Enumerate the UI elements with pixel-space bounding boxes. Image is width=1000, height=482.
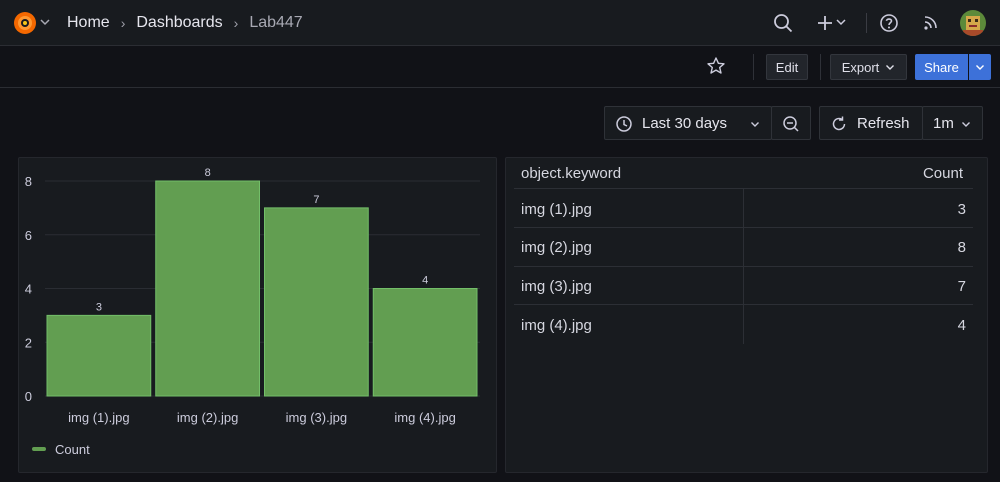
table-row-divider	[514, 227, 973, 228]
table-cell-keyword: img (4).jpg	[521, 317, 592, 334]
table-row-divider	[514, 266, 973, 267]
table-header-object-keyword[interactable]: object.keyword	[521, 165, 621, 182]
y-tick-label: 6	[25, 228, 32, 243]
bar-value-label: 4	[422, 275, 428, 287]
table-cell-keyword: img (1).jpg	[521, 201, 592, 218]
bar	[264, 207, 369, 397]
y-tick-label: 4	[25, 282, 32, 297]
bar	[372, 288, 478, 397]
table-row-divider	[514, 304, 973, 305]
x-tick-label: img (4).jpg	[394, 410, 455, 425]
bar	[155, 180, 260, 397]
legend-label[interactable]: Count	[55, 442, 90, 457]
table-cell-count: 3	[957, 201, 966, 218]
bar	[46, 314, 152, 397]
bar-value-label: 3	[96, 301, 102, 313]
x-tick-label: img (1).jpg	[68, 410, 129, 425]
x-tick-label: img (2).jpg	[177, 410, 238, 425]
y-tick-label: 8	[25, 174, 32, 189]
table-cell-count: 7	[957, 278, 966, 295]
bar-value-label: 7	[313, 194, 319, 206]
table-cell-count: 4	[957, 317, 966, 334]
table-cell-keyword: img (2).jpg	[521, 239, 592, 256]
table-header-count[interactable]: Count	[860, 165, 963, 182]
table-cell-keyword: img (3).jpg	[521, 278, 592, 295]
x-tick-label: img (3).jpg	[286, 410, 347, 425]
y-tick-label: 0	[25, 389, 32, 404]
bar-value-label: 8	[205, 167, 211, 179]
legend-swatch[interactable]	[32, 447, 46, 451]
y-tick-label: 2	[25, 335, 32, 350]
table-cell-count: 8	[957, 239, 966, 256]
